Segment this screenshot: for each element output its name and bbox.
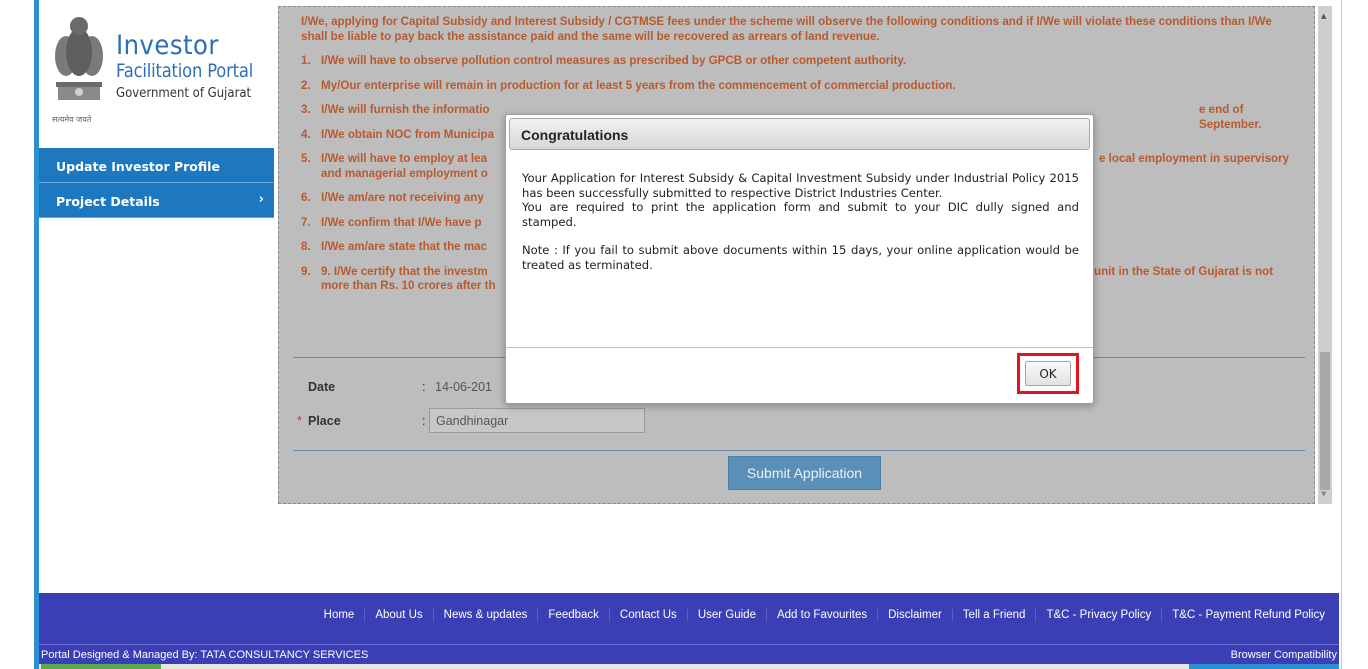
vertical-scrollbar[interactable]: ▲ ▼ bbox=[1318, 6, 1332, 504]
footer-link-add-to-favourites[interactable]: Add to Favourites bbox=[765, 609, 877, 621]
congratulations-dialog: Congratulations Your Application for Int… bbox=[505, 114, 1094, 404]
sidebar-item-update-investor-profile[interactable]: Update Investor Profile bbox=[39, 148, 274, 183]
required-mark: * bbox=[297, 414, 302, 428]
footer-link-news-updates[interactable]: News & updates bbox=[432, 609, 538, 621]
date-value: 14-06-201 bbox=[435, 380, 492, 394]
dialog-message: Your Application for Interest Subsidy & … bbox=[522, 171, 1079, 272]
footer-link-about-us[interactable]: About Us bbox=[364, 609, 432, 621]
footer-bottom-bar: Portal Designed & Managed By: TATA CONSU… bbox=[39, 644, 1339, 664]
bottom-strip bbox=[39, 664, 1339, 669]
footer-link-disclaimer[interactable]: Disclaimer bbox=[877, 609, 952, 621]
date-label: Date bbox=[308, 380, 336, 394]
scroll-up-icon[interactable]: ▲ bbox=[1321, 12, 1326, 20]
logo-subtitle: Facilitation Portal bbox=[116, 60, 254, 82]
chevron-right-icon: › bbox=[258, 192, 264, 207]
logo-government: Government of Gujarat bbox=[116, 86, 252, 101]
sidebar: Update Investor Profile Project Details … bbox=[39, 148, 274, 218]
footer-link-user-guide[interactable]: User Guide bbox=[686, 609, 766, 621]
list-item: 2. My/Our enterprise will remain in produ… bbox=[301, 78, 956, 92]
footer: Home About Us News & updates Feedback Co… bbox=[39, 593, 1339, 644]
footer-link-home[interactable]: Home bbox=[314, 609, 365, 621]
sidebar-item-project-details[interactable]: Project Details › bbox=[39, 183, 274, 218]
footer-link-tell-a-friend[interactable]: Tell a Friend bbox=[951, 609, 1036, 621]
sidebar-item-label: Project Details bbox=[56, 194, 160, 209]
logo-motto: सत्यमेव जयते bbox=[52, 115, 92, 124]
footer-link-refund-policy[interactable]: T&C - Payment Refund Policy bbox=[1161, 609, 1335, 621]
footer-link-privacy-policy[interactable]: T&C - Privacy Policy bbox=[1035, 609, 1161, 621]
footer-link-feedback[interactable]: Feedback bbox=[537, 609, 609, 621]
dialog-divider bbox=[506, 347, 1093, 348]
logo-title: Investor bbox=[116, 30, 219, 61]
national-emblem-icon bbox=[55, 17, 103, 100]
dialog-title: Congratulations bbox=[509, 118, 1090, 150]
footer-link-contact-us[interactable]: Contact Us bbox=[608, 609, 687, 621]
portal-logo[interactable]: Investor Facilitation Portal Government … bbox=[46, 2, 276, 142]
dialog-note: Note : If you fail to submit above docum… bbox=[522, 243, 1079, 272]
place-input[interactable]: Gandhinagar bbox=[429, 408, 645, 433]
footer-credit: Portal Designed & Managed By: TATA CONSU… bbox=[41, 649, 369, 661]
ok-button[interactable]: OK bbox=[1025, 361, 1071, 386]
terms-intro: I/We, applying for Capital Subsidy and I… bbox=[301, 15, 1272, 43]
ok-button-highlight: OK bbox=[1017, 353, 1079, 394]
browser-compatibility-link[interactable]: Browser Compatibility bbox=[1231, 649, 1337, 661]
dialog-paragraph: Your Application for Interest Subsidy & … bbox=[522, 171, 1079, 200]
scroll-down-icon[interactable]: ▼ bbox=[1321, 490, 1326, 498]
footer-nav: Home About Us News & updates Feedback Co… bbox=[314, 609, 1335, 621]
dialog-paragraph: You are required to print the applicatio… bbox=[522, 200, 1079, 229]
list-item: 1. I/We will have to observe pollution co… bbox=[301, 54, 907, 67]
place-label: Place bbox=[308, 414, 341, 428]
scroll-thumb[interactable] bbox=[1320, 352, 1330, 490]
submit-application-button[interactable]: Submit Application bbox=[728, 456, 881, 490]
divider bbox=[293, 450, 1305, 451]
sidebar-item-label: Update Investor Profile bbox=[56, 159, 220, 174]
